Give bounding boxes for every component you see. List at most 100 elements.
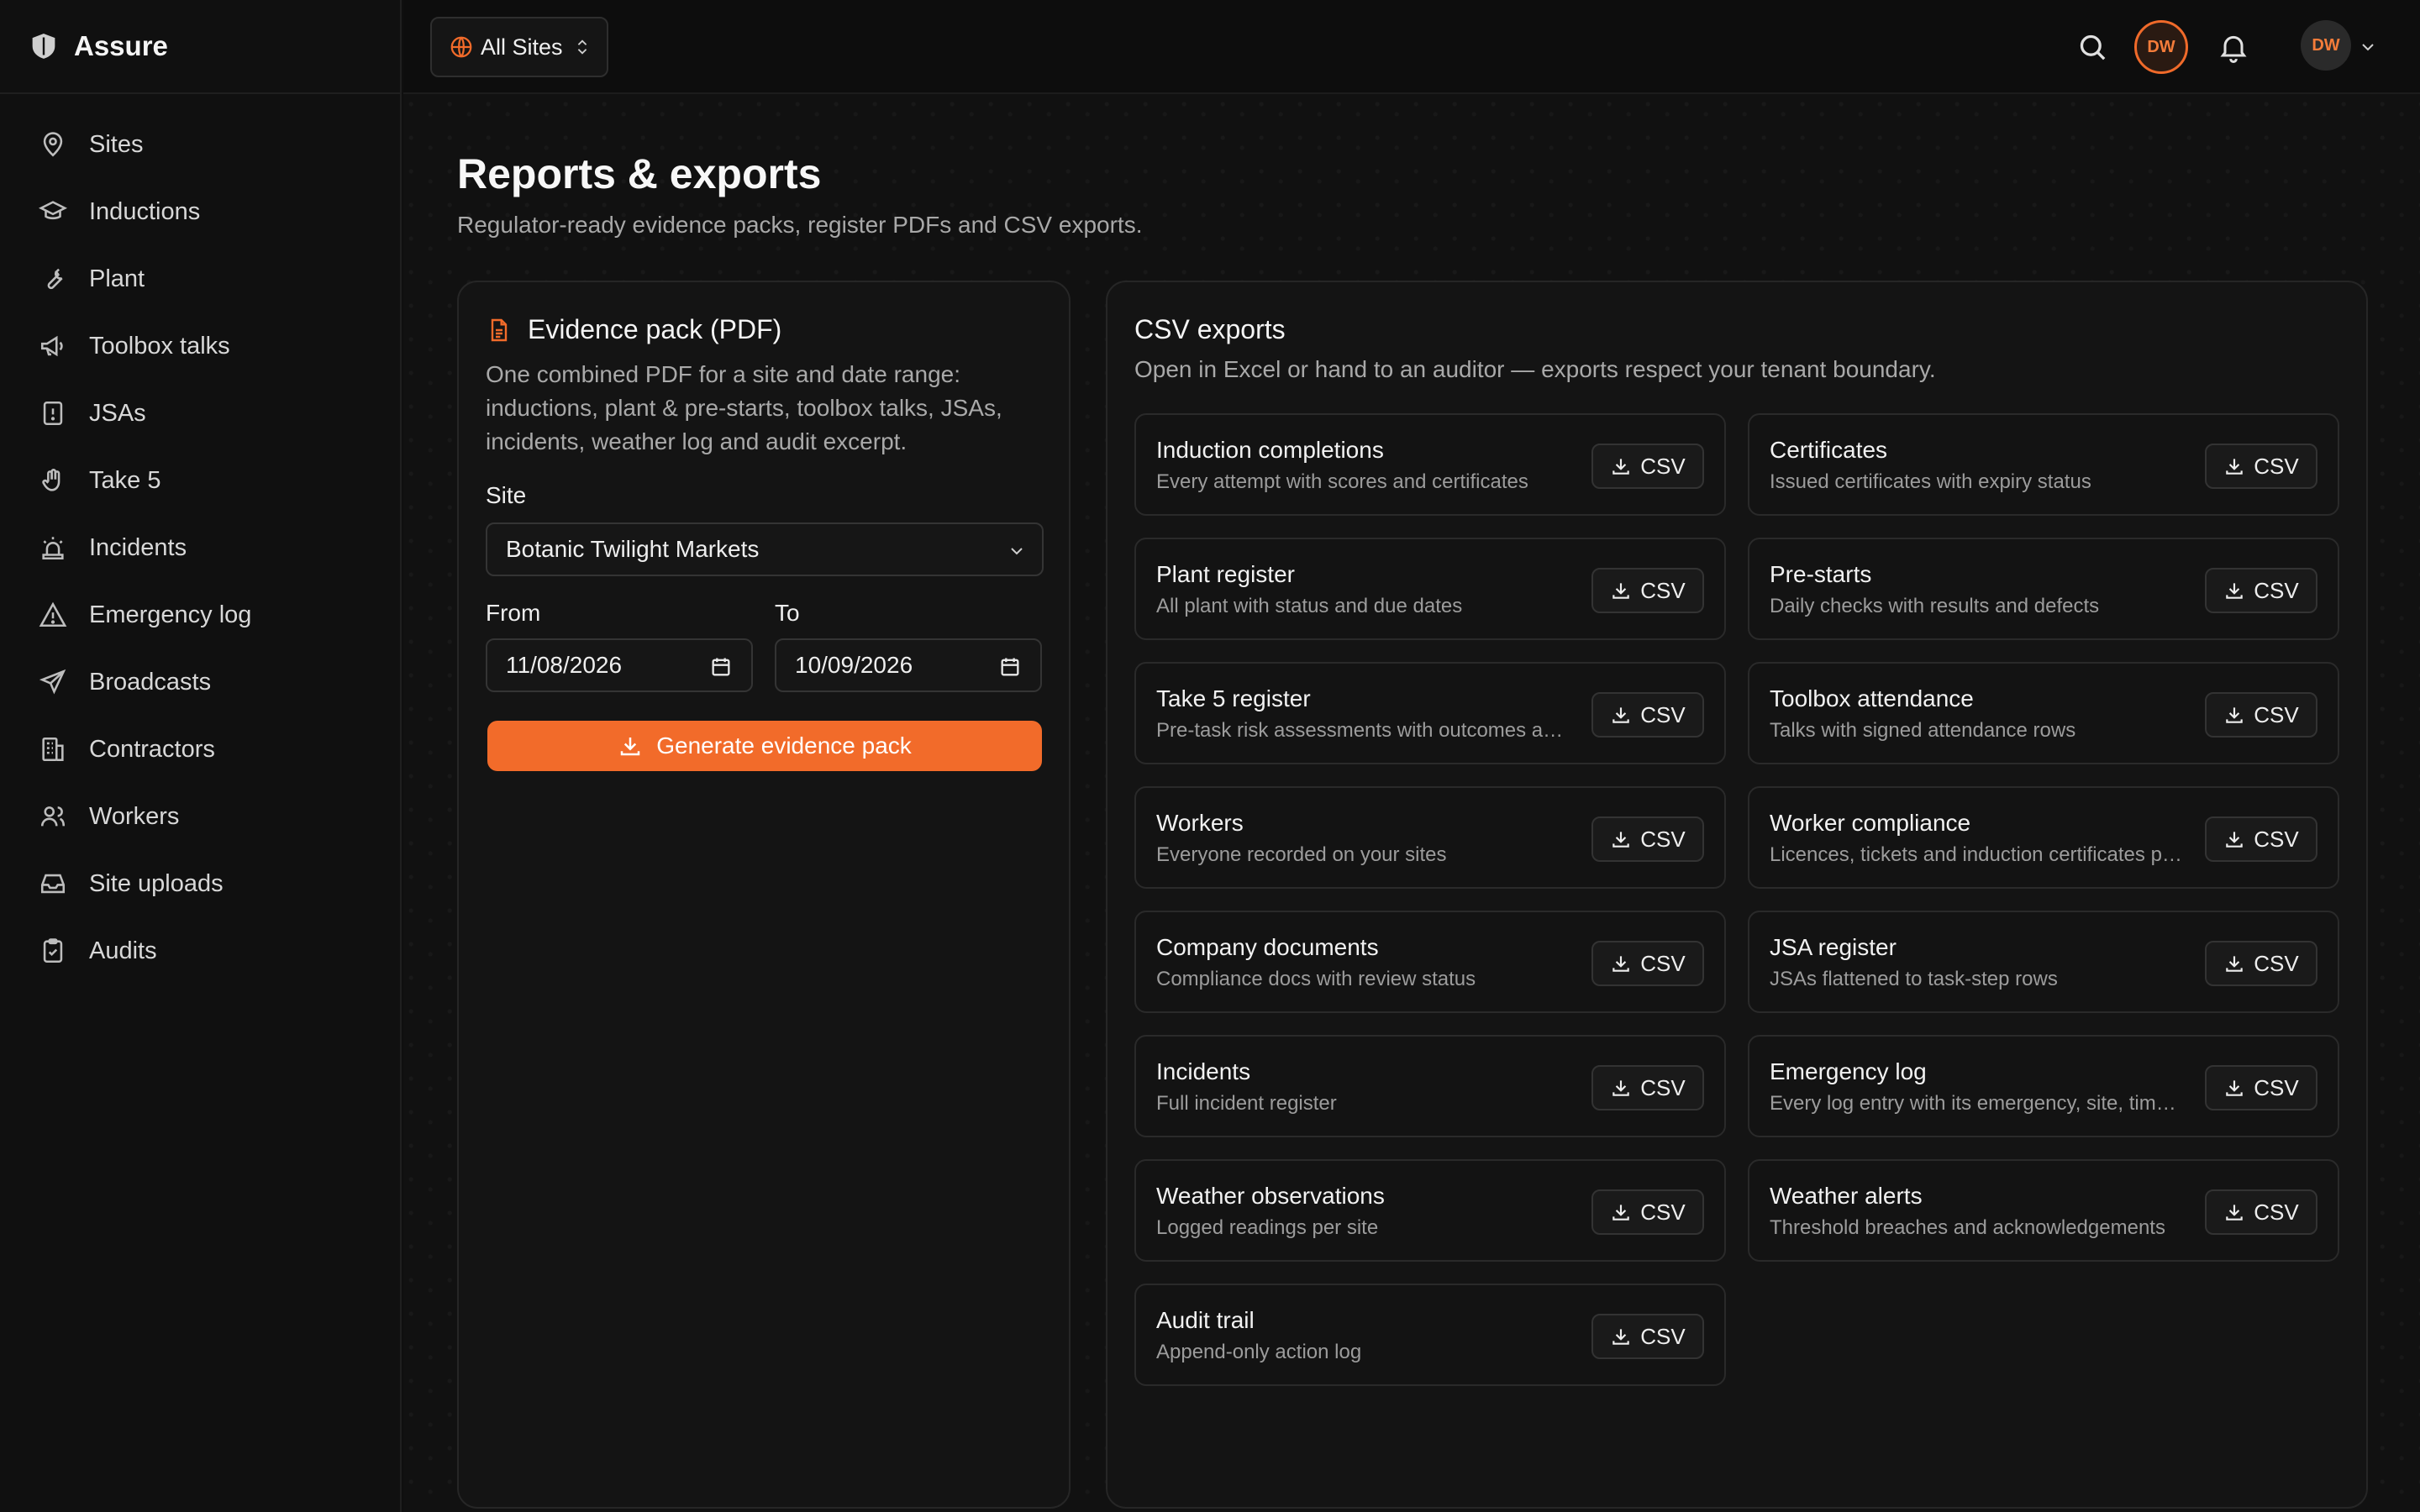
csv-download-button[interactable]: CSV (1591, 444, 1704, 489)
warning-icon (39, 601, 67, 629)
csv-download-button[interactable]: CSV (2205, 444, 2317, 489)
export-title: Certificates (1770, 437, 1888, 463)
export-title: Plant register (1156, 561, 1295, 587)
file-alert-icon (39, 399, 67, 428)
sidebar-item-label: Workers (89, 802, 180, 830)
evidence-pack-title: Evidence pack (PDF) (486, 314, 781, 345)
sidebar-item-label: Toolbox talks (89, 332, 230, 360)
megaphone-icon (39, 332, 67, 360)
sidebar-item-label: JSAs (89, 399, 146, 427)
download-icon (1612, 1205, 1630, 1221)
csv-button-label: CSV (2254, 950, 2299, 976)
generate-evidence-pack-button[interactable]: Generate evidence pack (487, 721, 1042, 771)
sidebar: Assure Sites Inductions Plant Toolbox ta… (0, 0, 402, 1512)
export-incidents: Incidents Full incident register CSV (1134, 1035, 1726, 1137)
site-label: Site (486, 482, 527, 508)
export-jsa-register: JSA register JSAs flattened to task-step… (1748, 911, 2339, 1013)
csv-download-button[interactable]: CSV (2205, 816, 2317, 862)
bell-icon[interactable] (2217, 30, 2250, 64)
csv-button-label: CSV (1640, 950, 1686, 976)
evidence-pack-description: One combined PDF for a site and date ran… (486, 361, 1002, 454)
csv-download-button[interactable]: CSV (1591, 692, 1704, 738)
sidebar-item-inductions[interactable]: Inductions (0, 178, 400, 245)
search-icon[interactable] (2075, 30, 2109, 64)
sidebar-item-plant[interactable]: Plant (0, 245, 400, 312)
site-switcher[interactable]: All Sites (430, 17, 608, 77)
csv-download-button[interactable]: CSV (2205, 1065, 2317, 1110)
hand-icon (39, 466, 67, 495)
user-initials: DW (2312, 35, 2340, 55)
sidebar-item-take-5[interactable]: Take 5 (0, 447, 400, 514)
export-description: Daily checks with results and defects (1770, 595, 2100, 617)
sidebar-item-emergency-log[interactable]: Emergency log (0, 581, 400, 648)
sidebar-item-label: Take 5 (89, 466, 161, 494)
export-title: Induction completions (1156, 437, 1384, 463)
csv-download-button[interactable]: CSV (1591, 816, 1704, 862)
sidebar-item-label: Broadcasts (89, 668, 212, 696)
csv-download-button[interactable]: CSV (1591, 941, 1704, 986)
file-text-icon (491, 318, 508, 341)
download-icon (2226, 459, 2244, 475)
sidebar-item-incidents[interactable]: Incidents (0, 514, 400, 581)
sidebar-item-audits[interactable]: Audits (0, 917, 400, 984)
app-name: Assure (74, 30, 168, 61)
sidebar-item-workers[interactable]: Workers (0, 783, 400, 850)
sidebar-item-label: Incidents (89, 533, 187, 561)
wrench-icon (39, 265, 67, 293)
csv-download-button[interactable]: CSV (1591, 568, 1704, 613)
chevron-down-icon[interactable] (2358, 37, 2378, 57)
from-date-input[interactable]: 11/08/2026 (486, 638, 753, 692)
csv-button-label: CSV (1640, 577, 1686, 603)
csv-download-button[interactable]: CSV (2205, 1189, 2317, 1235)
sidebar-item-label: Audits (89, 937, 157, 964)
csv-download-button[interactable]: CSV (1591, 1065, 1704, 1110)
shield-logo-icon (32, 34, 55, 59)
sidebar-item-site-uploads[interactable]: Site uploads (0, 850, 400, 917)
csv-button-label: CSV (2254, 1199, 2299, 1225)
user-menu-avatar[interactable]: DW (2301, 20, 2351, 71)
csv-download-button[interactable]: CSV (2205, 568, 2317, 613)
export-title: Pre-starts (1770, 561, 1872, 587)
brand[interactable]: Assure (0, 0, 400, 94)
export-title: Company documents (1156, 934, 1379, 960)
export-title: Toolbox attendance (1770, 685, 1974, 711)
export-title: Weather observations (1156, 1183, 1385, 1209)
csv-download-button[interactable]: CSV (1591, 1189, 1704, 1235)
from-date-value: 11/08/2026 (506, 652, 623, 678)
site-select-value: Botanic Twilight Markets (506, 536, 760, 562)
sidebar-item-sites[interactable]: Sites (0, 111, 400, 178)
csv-button-label: CSV (2254, 701, 2299, 727)
sidebar-item-label: Contractors (89, 735, 215, 763)
csv-button-label: CSV (2254, 826, 2299, 852)
export-weather-observations: Weather observations Logged readings per… (1134, 1159, 1726, 1262)
csv-download-button[interactable]: CSV (1591, 1314, 1704, 1359)
sidebar-item-broadcasts[interactable]: Broadcasts (0, 648, 400, 716)
export-description: Licences, tickets and induction certific… (1770, 843, 2185, 866)
export-audit-trail: Audit trail Append-only action log CSV (1134, 1284, 1726, 1386)
export-title: Take 5 register (1156, 685, 1311, 711)
export-certificates: Certificates Issued certificates with ex… (1748, 413, 2339, 516)
csv-button-label: CSV (1640, 1323, 1686, 1349)
sidebar-item-toolbox-talks[interactable]: Toolbox talks (0, 312, 400, 380)
site-switcher-label: All Sites (481, 34, 563, 60)
csv-button-label: CSV (1640, 1199, 1686, 1225)
topbar: All Sites DW DW (403, 0, 2420, 94)
export-induction-completions: Induction completions Every attempt with… (1134, 413, 1726, 516)
csv-exports-card: CSV exports Open in Excel or hand to an … (1106, 281, 2368, 1509)
download-icon (2226, 956, 2244, 972)
sidebar-item-label: Inductions (89, 197, 201, 225)
sidebar-item-label: Site uploads (89, 869, 224, 897)
sidebar-item-contractors[interactable]: Contractors (0, 716, 400, 783)
avatar[interactable]: DW (2134, 20, 2188, 74)
export-description: Threshold breaches and acknowledgements (1770, 1216, 2165, 1239)
calendar-icon[interactable] (709, 655, 733, 679)
calendar-icon[interactable] (998, 655, 1022, 679)
building-icon (39, 735, 67, 764)
to-date-input[interactable]: 10/09/2026 (775, 638, 1042, 692)
export-description: Issued certificates with expiry status (1770, 470, 2091, 493)
site-select[interactable]: Botanic Twilight Markets (486, 522, 1044, 576)
csv-download-button[interactable]: CSV (2205, 941, 2317, 986)
csv-export-grid: Induction completions Every attempt with… (1134, 413, 2341, 1386)
sidebar-item-jsas[interactable]: JSAs (0, 380, 400, 447)
csv-download-button[interactable]: CSV (2205, 692, 2317, 738)
